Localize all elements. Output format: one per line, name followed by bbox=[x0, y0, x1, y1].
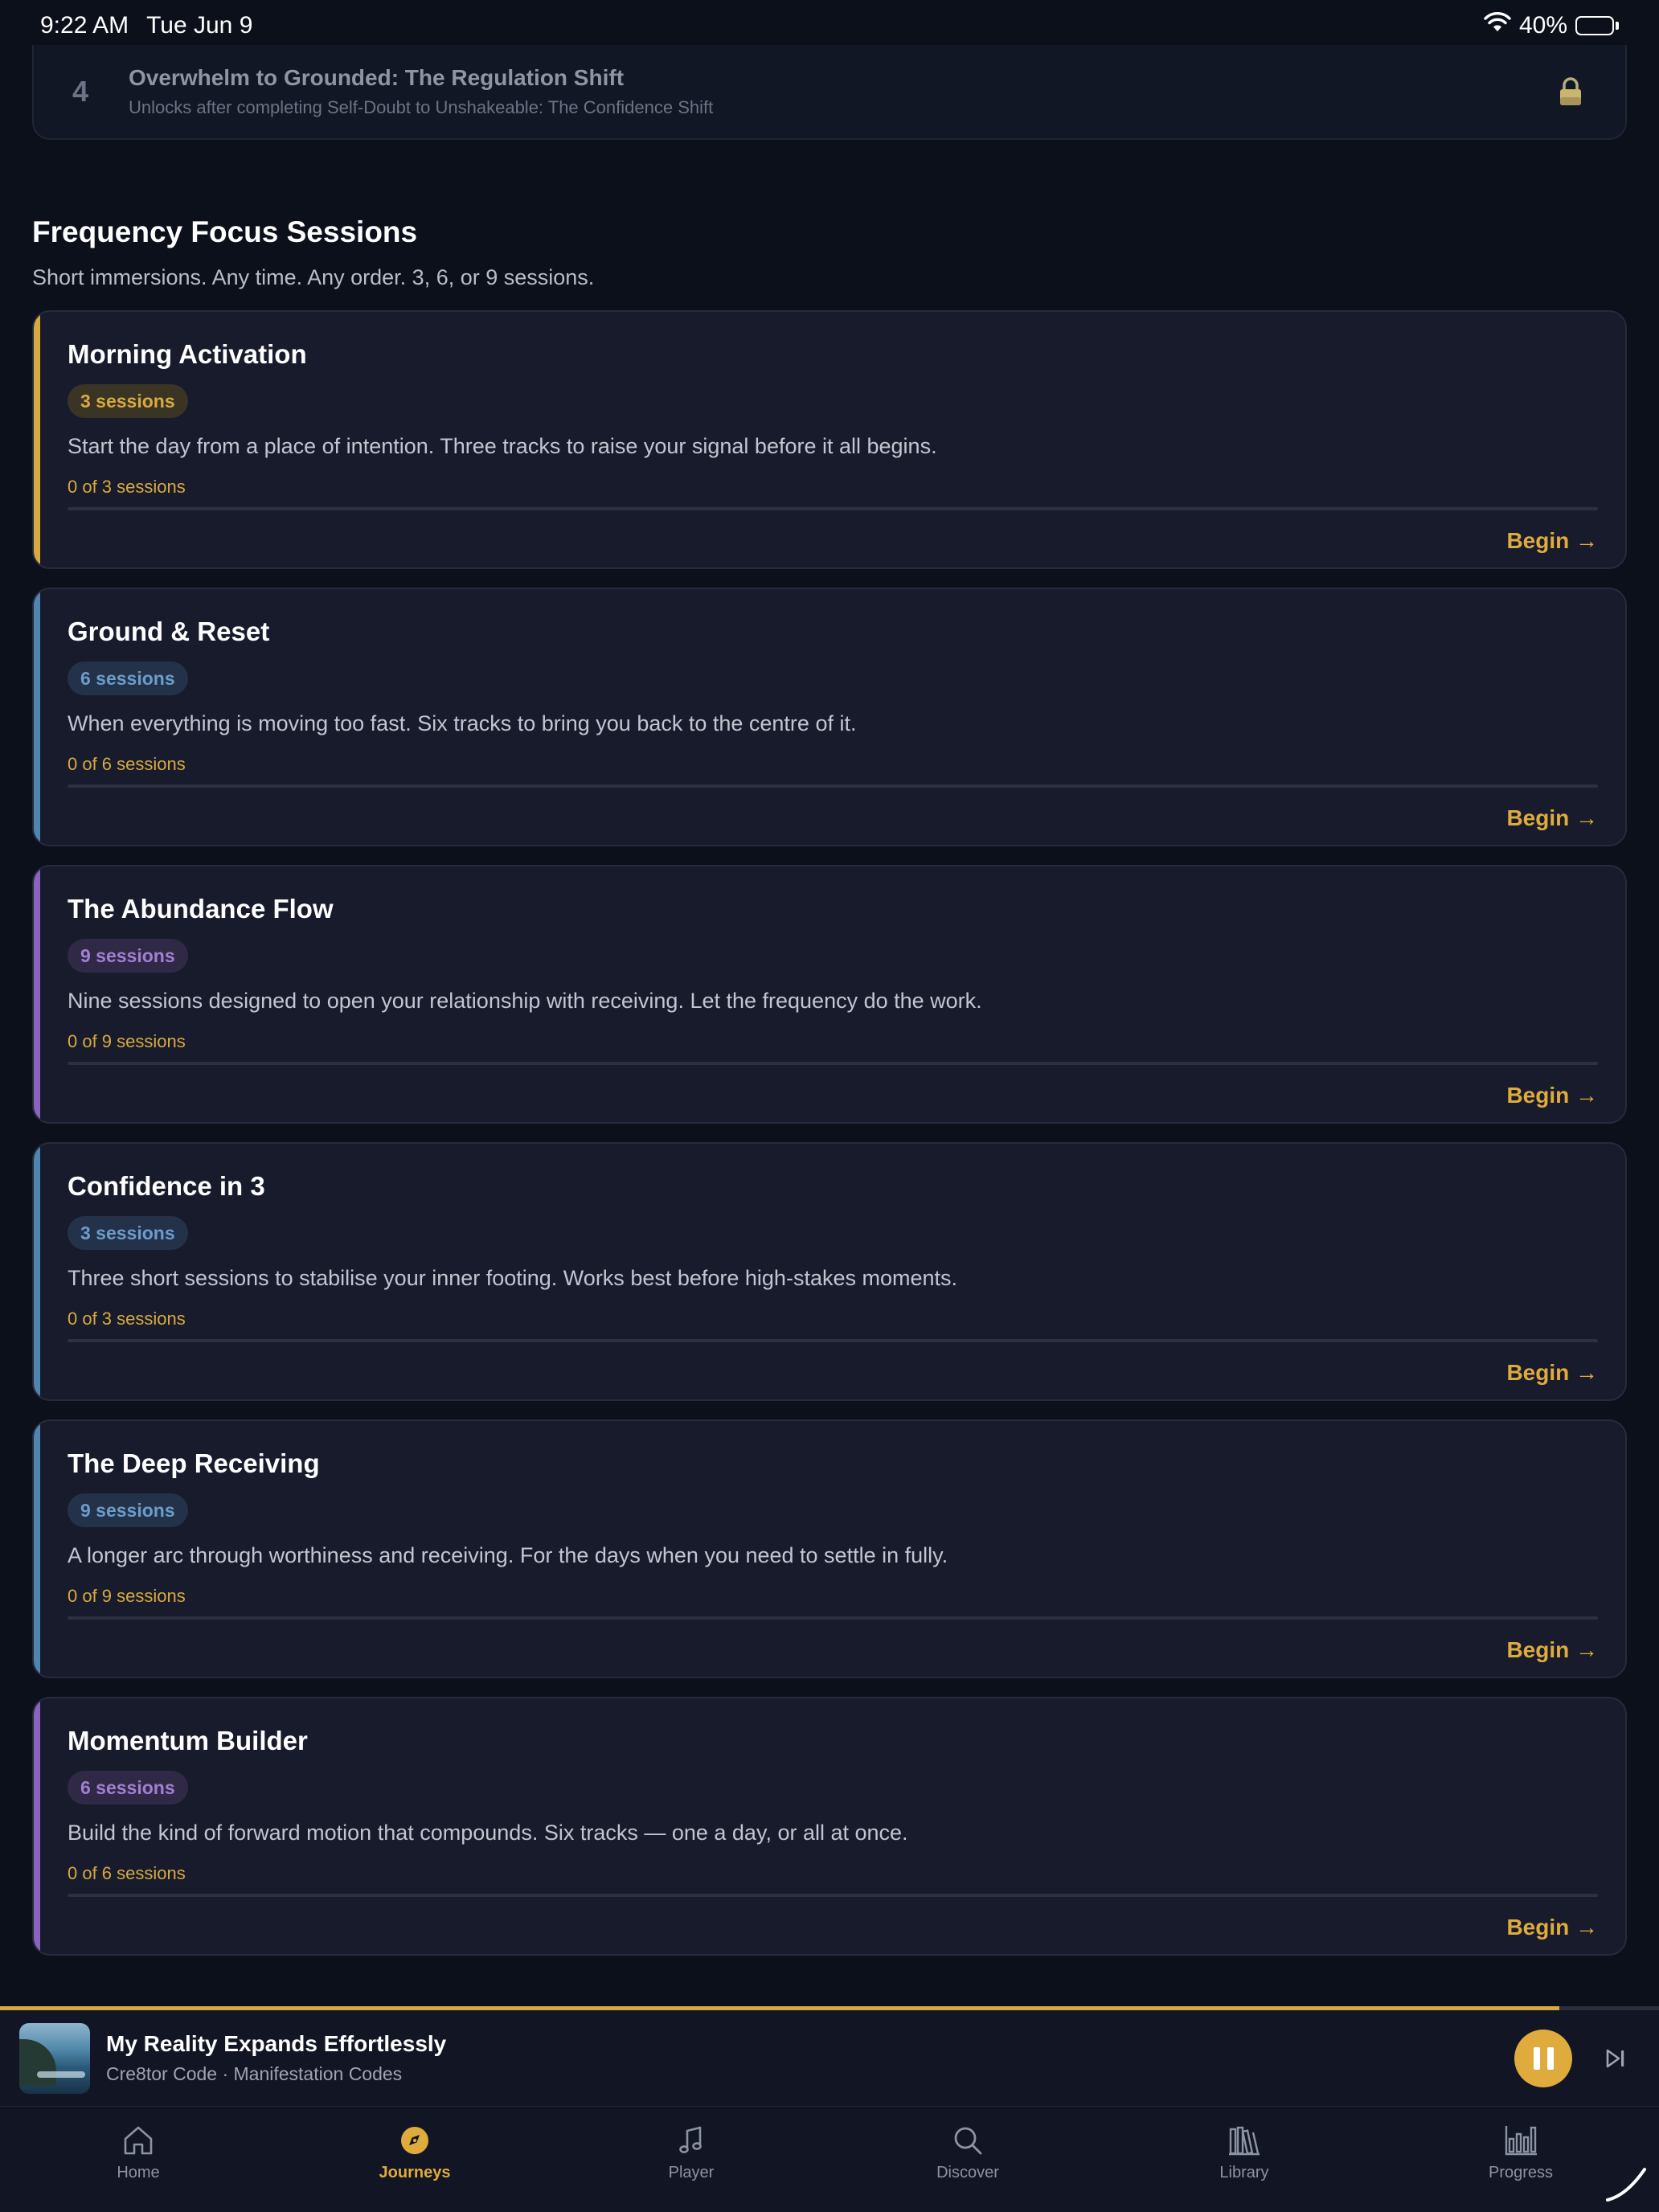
card-description: Nine sessions designed to open your rela… bbox=[68, 989, 982, 1013]
tab-player[interactable]: Player bbox=[553, 2109, 830, 2212]
card-progress-track bbox=[68, 1339, 1598, 1342]
card-title: Momentum Builder bbox=[68, 1726, 308, 1755]
locked-journey-card: 4 Overwhelm to Grounded: The Regulation … bbox=[32, 45, 1627, 140]
card-accent-bar bbox=[34, 1144, 40, 1399]
tab-journeys[interactable]: Journeys bbox=[276, 2109, 553, 2212]
tab-discover[interactable]: Discover bbox=[830, 2109, 1106, 2212]
session-count-badge: 6 sessions bbox=[68, 1771, 188, 1804]
card-description: Three short sessions to stabilise your i… bbox=[68, 1266, 958, 1290]
section-title: Frequency Focus Sessions bbox=[32, 215, 418, 248]
card-title: Ground & Reset bbox=[68, 616, 270, 646]
card-description: When everything is moving too fast. Six … bbox=[68, 711, 857, 735]
begin-button[interactable]: Begin → bbox=[1506, 528, 1598, 554]
card-progress-track bbox=[68, 1062, 1598, 1065]
session-count-badge: 6 sessions bbox=[68, 662, 188, 695]
tab-home[interactable]: Home bbox=[0, 2109, 276, 2212]
section-subtitle: Short immersions. Any time. Any order. 3… bbox=[32, 265, 595, 289]
section-header: Frequency Focus Sessions Short immersion… bbox=[32, 215, 594, 290]
session-card[interactable]: The Deep Receiving 9 sessions A longer a… bbox=[32, 1419, 1627, 1678]
session-card[interactable]: The Abundance Flow 9 sessions Nine sessi… bbox=[32, 865, 1627, 1124]
bar-chart-icon bbox=[1502, 2122, 1539, 2159]
card-accent-bar bbox=[34, 866, 40, 1122]
skip-forward-icon bbox=[1606, 2049, 1624, 2067]
begin-button[interactable]: Begin → bbox=[1506, 1083, 1598, 1108]
card-accent-bar bbox=[34, 1421, 40, 1677]
battery-icon bbox=[1575, 16, 1619, 35]
session-card[interactable]: Ground & Reset 6 sessions When everythin… bbox=[32, 588, 1627, 846]
lock-icon bbox=[1555, 76, 1587, 108]
card-progress-track bbox=[68, 1894, 1598, 1897]
session-card[interactable]: Morning Activation 3 sessions Start the … bbox=[32, 310, 1627, 569]
begin-button[interactable]: Begin → bbox=[1506, 1915, 1598, 1940]
now-playing-artist: Cre8tor Code · Manifestation Codes bbox=[106, 2063, 403, 2084]
tab-label: Progress bbox=[1488, 2164, 1554, 2181]
library-icon bbox=[1226, 2122, 1263, 2159]
status-date: Tue Jun 9 bbox=[146, 12, 253, 39]
card-title: The Abundance Flow bbox=[68, 894, 334, 924]
session-card-list: Morning Activation 3 sessions Start the … bbox=[32, 310, 1627, 1974]
journey-number: 4 bbox=[72, 75, 89, 108]
card-accent-bar bbox=[34, 1698, 40, 1954]
card-progress-text: 0 of 3 sessions bbox=[68, 477, 186, 497]
session-count-badge: 9 sessions bbox=[68, 939, 188, 973]
card-accent-bar bbox=[34, 312, 40, 567]
card-accent-bar bbox=[34, 589, 40, 845]
tab-label: Home bbox=[117, 2164, 160, 2181]
search-icon bbox=[949, 2122, 986, 2159]
pause-icon-bar bbox=[1533, 2046, 1540, 2070]
tab-bar: Home Journeys Player Discover Library Pr… bbox=[0, 2109, 1659, 2212]
card-description: Start the day from a place of intention.… bbox=[68, 434, 937, 458]
tab-label: Journeys bbox=[379, 2164, 451, 2181]
card-description: A longer arc through worthiness and rece… bbox=[68, 1543, 948, 1567]
mini-player[interactable]: My Reality Expands Effortlessly Cre8tor … bbox=[0, 2010, 1659, 2108]
card-progress-text: 0 of 9 sessions bbox=[68, 1031, 186, 1051]
session-card[interactable]: Momentum Builder 6 sessions Build the ki… bbox=[32, 1697, 1627, 1956]
card-description: Build the kind of forward motion that co… bbox=[68, 1821, 908, 1845]
begin-button[interactable]: Begin → bbox=[1506, 1637, 1598, 1663]
session-card[interactable]: Confidence in 3 3 sessions Three short s… bbox=[32, 1142, 1627, 1401]
card-progress-text: 0 of 6 sessions bbox=[68, 754, 186, 774]
tab-library[interactable]: Library bbox=[1106, 2109, 1382, 2212]
tab-label: Library bbox=[1219, 2164, 1269, 2181]
home-icon bbox=[120, 2122, 157, 2159]
card-progress-text: 0 of 6 sessions bbox=[68, 1863, 186, 1883]
pause-icon-bar bbox=[1546, 2046, 1554, 2070]
begin-button[interactable]: Begin → bbox=[1506, 1360, 1598, 1386]
now-playing-title: My Reality Expands Effortlessly bbox=[106, 2031, 447, 2056]
wifi-icon bbox=[1484, 12, 1511, 39]
status-bar: 9:22 AM Tue Jun 9 40% bbox=[0, 0, 1659, 51]
card-progress-track bbox=[68, 784, 1598, 788]
locked-journey-title: Overwhelm to Grounded: The Regulation Sh… bbox=[129, 65, 625, 90]
card-title: Morning Activation bbox=[68, 339, 307, 369]
session-count-badge: 3 sessions bbox=[68, 1216, 188, 1250]
card-title: Confidence in 3 bbox=[68, 1171, 265, 1201]
card-progress-track bbox=[68, 1616, 1598, 1620]
status-time: 9:22 AM bbox=[40, 12, 129, 39]
battery-percent: 40% bbox=[1518, 12, 1567, 39]
tab-label: Discover bbox=[936, 2164, 999, 2181]
card-progress-track bbox=[68, 507, 1598, 510]
compass-icon bbox=[396, 2122, 433, 2159]
session-count-badge: 3 sessions bbox=[68, 384, 188, 418]
tab-label: Player bbox=[668, 2164, 715, 2181]
session-count-badge: 9 sessions bbox=[68, 1493, 188, 1527]
card-title: The Deep Receiving bbox=[68, 1448, 320, 1478]
skip-forward-button[interactable] bbox=[1600, 2042, 1632, 2075]
card-progress-text: 0 of 3 sessions bbox=[68, 1309, 186, 1329]
album-artwork bbox=[19, 2022, 90, 2094]
pause-button[interactable] bbox=[1514, 2029, 1572, 2087]
music-note-icon bbox=[673, 2122, 710, 2159]
home-indicator bbox=[1603, 2163, 1651, 2207]
card-progress-text: 0 of 9 sessions bbox=[68, 1586, 186, 1606]
begin-button[interactable]: Begin → bbox=[1506, 805, 1598, 831]
locked-journey-subtitle: Unlocks after completing Self-Doubt to U… bbox=[129, 97, 714, 117]
